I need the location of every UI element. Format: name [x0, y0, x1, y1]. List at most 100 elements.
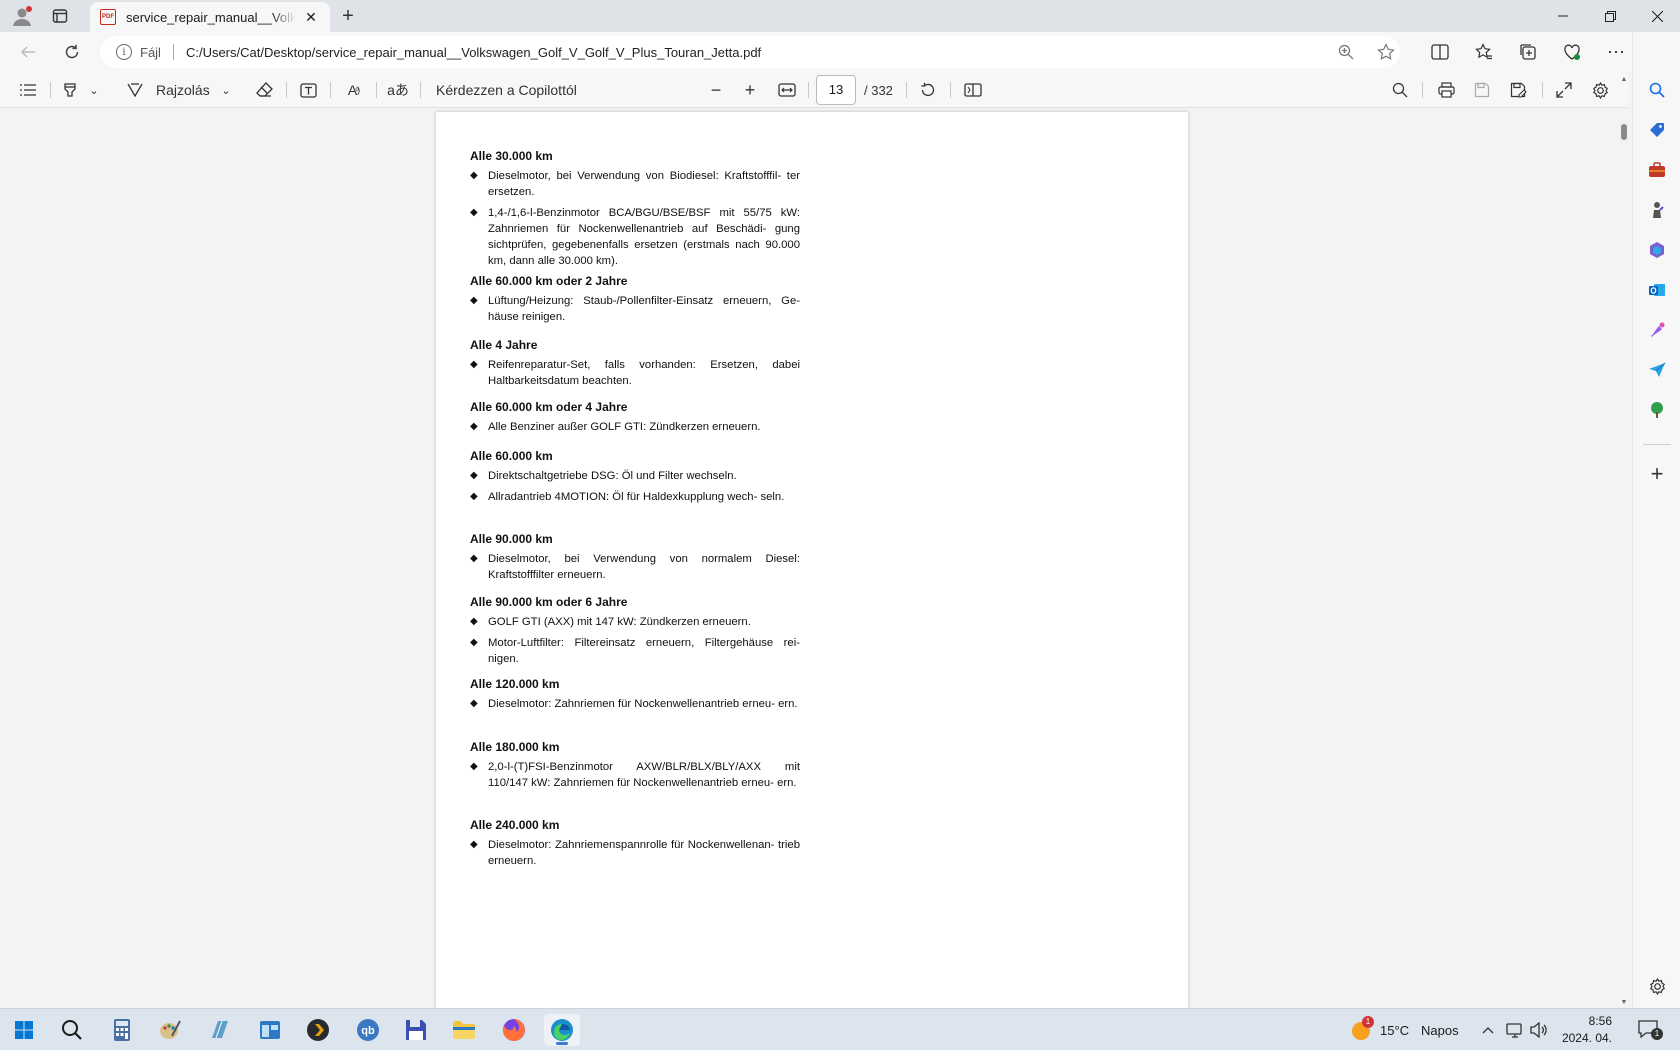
pdf-settings-icon[interactable] [1588, 78, 1612, 102]
workspaces-icon[interactable] [44, 4, 76, 28]
text-box-icon[interactable] [296, 78, 320, 102]
list-item: ◆ Motor-Luftfilter: Filtereinsatz erneuer… [470, 635, 800, 667]
outlook-icon[interactable] [1645, 278, 1669, 302]
translate-icon[interactable]: aあ [386, 78, 410, 102]
scroll-up-arrow-icon[interactable]: ▲ [1620, 76, 1628, 83]
edge-app[interactable] [544, 1014, 580, 1046]
calculator-app[interactable] [104, 1014, 140, 1046]
section-heading: Alle 240.000 km [470, 818, 560, 832]
print-icon[interactable] [1434, 78, 1458, 102]
manual-section: Alle 60.000 km ◆ Direktschaltgetriebe DSG:… [470, 449, 800, 510]
weather-temperature: 15°C [1380, 1022, 1410, 1038]
contents-icon[interactable] [16, 78, 40, 102]
split-screen-icon[interactable] [1426, 42, 1454, 62]
total-pages-label: / 332 [864, 82, 893, 98]
weather-widget[interactable]: 1 15°C Napos [1350, 1009, 1459, 1050]
send-icon[interactable] [1645, 358, 1669, 382]
file-explorer-app[interactable] [446, 1014, 482, 1046]
site-info-icon[interactable]: i [116, 44, 132, 60]
qbittorrent-app[interactable]: qb [350, 1014, 386, 1046]
list-item-text: GOLF GTI (AXX) mit 147 kW: Zündkerzen er… [488, 616, 751, 628]
refresh-button[interactable] [56, 38, 88, 66]
paint-app[interactable] [152, 1014, 188, 1046]
pdf-viewer[interactable]: Alle 30.000 km ◆ Dieselmotor, bei Verwendu… [0, 108, 1628, 1008]
save-icon[interactable] [1470, 78, 1494, 102]
read-aloud-icon[interactable]: Aͦ) [342, 78, 366, 102]
url-text[interactable]: C:/Users/Cat/Desktop/service_repair_manu… [186, 45, 761, 60]
save-as-icon[interactable] [1506, 78, 1530, 102]
draw-icon[interactable] [126, 78, 144, 102]
add-sidebar-app-icon[interactable]: + [1645, 461, 1669, 486]
firefox-app[interactable] [496, 1014, 532, 1046]
list-item-text: 1,4-/1,6-l-Benzinmotor BCA/BGU/BSE/BSF m… [488, 207, 800, 267]
plex-app[interactable] [300, 1014, 336, 1046]
notifications-icon[interactable]: 1 [1638, 1009, 1663, 1050]
list-item-text: Alle Benziner außer GOLF GTI: Zündkerzen… [488, 421, 761, 433]
diamond-bullet-icon: ◆ [470, 839, 478, 850]
page-view-icon[interactable] [960, 78, 986, 102]
clock[interactable]: 8:56 2024. 04. 12. [1552, 1013, 1612, 1050]
notification-count-badge: 1 [1651, 1028, 1663, 1040]
tools-briefcase-icon[interactable] [1645, 158, 1669, 182]
games-chess-icon[interactable] [1645, 198, 1669, 222]
collections-icon[interactable] [1514, 42, 1542, 62]
find-icon[interactable] [1388, 78, 1412, 102]
volume-icon[interactable] [1530, 1009, 1548, 1050]
shopping-tag-icon[interactable] [1645, 118, 1669, 142]
full-screen-icon[interactable] [1552, 78, 1576, 102]
manual-section: Alle 120.000 km ◆ Dieselmotor: Zahnriemen … [470, 677, 800, 717]
designer-icon[interactable] [1645, 318, 1669, 342]
save-app[interactable] [398, 1014, 434, 1046]
scrollbar-thumb[interactable] [1621, 124, 1627, 140]
browser-essentials-icon[interactable] [1558, 42, 1586, 62]
profile-icon[interactable] [6, 4, 38, 28]
back-button[interactable] [12, 38, 44, 66]
highlight-icon[interactable] [58, 78, 82, 102]
draw-button[interactable]: Rajzolás [156, 78, 216, 102]
highlight-dropdown-icon[interactable]: ⌄ [86, 78, 102, 102]
close-tab-icon[interactable]: ✕ [302, 8, 320, 26]
tray-overflow-icon[interactable] [1482, 1009, 1494, 1050]
page-number-input[interactable]: 13 [816, 75, 856, 105]
search-button[interactable] [54, 1014, 90, 1046]
search-icon[interactable] [1645, 78, 1669, 102]
network-icon[interactable] [1506, 1009, 1524, 1050]
favorites-icon[interactable] [1470, 42, 1498, 62]
list-item: ◆ GOLF GTI (AXX) mit 147 kW: Zündkerzen e… [470, 614, 800, 630]
diamond-bullet-icon: ◆ [470, 553, 478, 564]
scroll-down-arrow-icon[interactable]: ▼ [1620, 999, 1628, 1006]
fit-width-icon[interactable] [774, 78, 800, 102]
sidebar-settings-icon[interactable] [1645, 974, 1669, 998]
close-window-button[interactable] [1634, 0, 1680, 32]
start-button[interactable] [6, 1014, 42, 1046]
navigation-bar: i Fájl C:/Users/Cat/Desktop/service_repa… [0, 32, 1680, 72]
address-separator [172, 44, 174, 60]
tree-icon[interactable] [1645, 398, 1669, 422]
viewer-scrollbar[interactable]: ▲ ▼ [1620, 76, 1628, 1006]
ask-copilot-button[interactable]: Kérdezzen a Copilottól [436, 78, 596, 102]
minimize-button[interactable] [1540, 0, 1586, 32]
weather-description: Napos [1421, 1022, 1459, 1038]
microsoft-365-icon[interactable] [1645, 238, 1669, 262]
zoom-in-icon[interactable]: + [738, 78, 762, 102]
diamond-bullet-icon: ◆ [470, 470, 478, 481]
diamond-bullet-icon: ◆ [470, 295, 478, 306]
explorer-window-app[interactable] [252, 1014, 288, 1046]
restore-button[interactable] [1587, 0, 1633, 32]
toolbar-divider [950, 82, 951, 98]
diamond-bullet-icon: ◆ [470, 761, 478, 772]
eraser-icon[interactable] [252, 78, 276, 102]
taskbar: qb 1 15°C Napos 8:56 2024. 04. 12. 1 [0, 1008, 1680, 1050]
toolbar-divider [286, 82, 287, 98]
zoom-icon[interactable] [1332, 42, 1360, 62]
list-item: ◆ Dieselmotor, bei Verwendung von Biodies… [470, 168, 800, 200]
address-bar[interactable]: i Fájl C:/Users/Cat/Desktop/service_repa… [100, 36, 1400, 68]
new-tab-button[interactable]: + [336, 4, 360, 28]
favorite-star-icon[interactable] [1372, 42, 1400, 62]
zoom-out-icon[interactable]: − [704, 78, 728, 102]
rotate-icon[interactable] [916, 78, 940, 102]
active-tab[interactable]: PDF service_repair_manual__Volkswagen_Go… [90, 2, 330, 32]
draw-dropdown-icon[interactable]: ⌄ [218, 78, 234, 102]
more-options-icon[interactable]: ⋯ [1602, 42, 1630, 62]
notepad-app[interactable] [202, 1014, 238, 1046]
